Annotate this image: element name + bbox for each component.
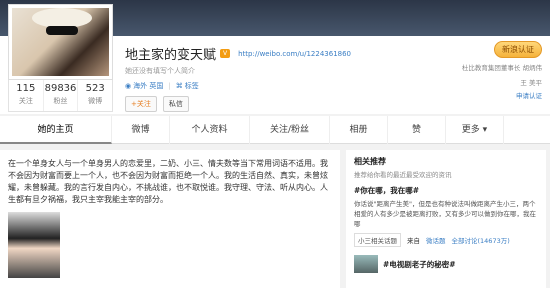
profile-actions: +关注 私信 xyxy=(125,96,189,112)
verified-badge[interactable]: 新浪认证 xyxy=(494,41,542,58)
name-row: 地主家的变天赋 V http://weibo.com/u/1224361860 xyxy=(125,44,351,63)
verify-line1: 杜比教育集团董事长 胡炳伟 xyxy=(461,64,542,72)
stat-followers-num: 89836 xyxy=(44,83,77,94)
chevron-down-icon: ▾ xyxy=(482,125,488,135)
stat-following-num: 115 xyxy=(16,83,36,94)
sidebar-topic2[interactable]: #电视剧老子的秘密# xyxy=(354,255,538,273)
stat-followers-label: 粉丝 xyxy=(53,97,68,105)
location-tag[interactable]: ◉ 海外 英国 xyxy=(125,81,163,91)
verify-line2: 王 美平 xyxy=(520,79,542,87)
username: 地主家的变天赋 xyxy=(125,48,217,63)
tab-weibo[interactable]: 微博 xyxy=(112,116,170,144)
vip-badge: V xyxy=(220,49,231,58)
profile-tabs: 她的主页 微博 个人资料 关注/粉丝 相册 赞 更多 ▾ xyxy=(0,116,550,144)
topic-discussion-link[interactable]: 全部讨论(14673万) xyxy=(452,235,510,245)
tag-icon: ⌘ xyxy=(175,82,183,90)
profile-intro: 她还没有填写个人简介 xyxy=(125,67,195,75)
stat-posts[interactable]: 523 微博 xyxy=(78,80,112,111)
tag-label: 标签 xyxy=(184,82,199,90)
tab-like[interactable]: 赞 xyxy=(388,116,446,144)
main-feed: 在一个单身女人与一个单身男人的恋爱里，二奶、小三、情夫数等当下常用词语不适用。我… xyxy=(0,150,340,288)
post-text: 在一个单身女人与一个单身男人的恋爱里，二奶、小三、情夫数等当下常用词语不适用。我… xyxy=(8,159,328,204)
follow-button[interactable]: +关注 xyxy=(125,96,157,112)
topic2-title: #电视剧老子的秘密# xyxy=(383,259,456,269)
avatar-image xyxy=(12,8,109,76)
tab-profile[interactable]: 个人资料 xyxy=(170,116,250,144)
avatar[interactable] xyxy=(8,4,113,80)
avatar-hat xyxy=(32,8,92,28)
verify-info: 新浪认证 杜比教育集团董事长 胡炳伟 王 美平 申请认证 xyxy=(452,41,542,100)
location-label: 海外 英国 xyxy=(133,82,164,90)
post-photo[interactable] xyxy=(8,212,60,278)
tab-follow[interactable]: 关注/粉丝 xyxy=(250,116,330,144)
message-button[interactable]: 私信 xyxy=(162,96,189,112)
tag-separator: | xyxy=(168,82,171,90)
stat-posts-num: 523 xyxy=(85,83,105,94)
sidebar-title: 相关推荐 xyxy=(354,157,386,166)
profile-url[interactable]: http://weibo.com/u/1224361860 xyxy=(238,50,351,58)
stat-following-label: 关注 xyxy=(18,97,33,105)
profile-tags: ◉ 海外 英国 | ⌘ 标签 xyxy=(125,81,199,91)
topic-chip[interactable]: 小三相关话题 xyxy=(354,233,401,247)
location-icon: ◉ xyxy=(125,82,132,90)
tab-more[interactable]: 更多 ▾ xyxy=(446,116,504,144)
sidebar-subtitle: 推荐给你看的最近最受欢迎的资讯 xyxy=(354,171,452,179)
topic-source-link[interactable]: 微话题 xyxy=(426,235,446,245)
sidebar-topic-body: 你话说"距离产生美"，但是也有种说法叫做距离产生小三，两个相爱的人有多少是被距离… xyxy=(354,200,536,228)
topic2-thumbnail xyxy=(354,255,378,273)
stat-posts-label: 微博 xyxy=(88,97,103,105)
tag-link[interactable]: ⌘ 标签 xyxy=(176,81,199,91)
stat-followers[interactable]: 89836 粉丝 xyxy=(44,80,79,111)
profile-stats: 115 关注 89836 粉丝 523 微博 xyxy=(8,80,113,112)
stat-following[interactable]: 115 关注 xyxy=(9,80,44,111)
tab-more-label: 更多 xyxy=(461,125,480,135)
tab-home[interactable]: 她的主页 xyxy=(0,116,112,144)
topic-from-label: 来自 xyxy=(407,237,420,245)
sidebar-topic-title[interactable]: #你在哪，我在哪# xyxy=(354,185,538,196)
avatar-sunglasses xyxy=(46,26,78,35)
tab-album[interactable]: 相册 xyxy=(330,116,388,144)
sidebar-topic-meta: 小三相关话题 来自 微话题 全部讨论(14673万) xyxy=(354,233,538,247)
sidebar-recommend: 相关推荐 推荐给你看的最近最受欢迎的资讯 #你在哪，我在哪# 你话说"距离产生美… xyxy=(346,150,546,288)
apply-verify-link[interactable]: 申请认证 xyxy=(452,90,542,100)
